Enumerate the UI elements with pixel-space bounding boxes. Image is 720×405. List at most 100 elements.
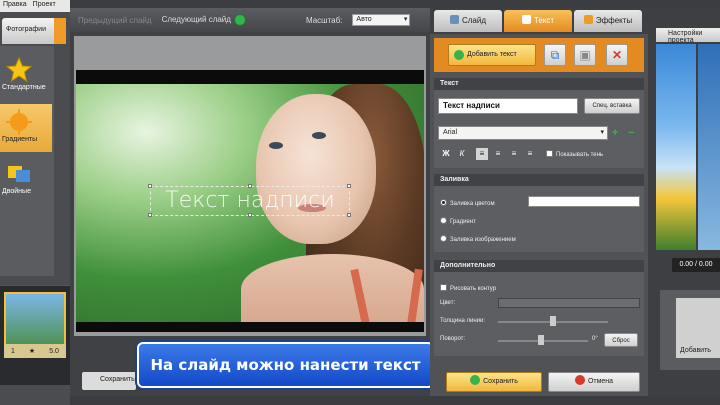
category-double[interactable]: Двойные [0, 156, 52, 204]
outline-color-label: Цвет: [440, 300, 456, 306]
tutorial-caption: На слайд можно нанести текст [137, 342, 434, 388]
shadow-label: Показывать тень [556, 152, 604, 158]
tab-text[interactable]: Текст [504, 10, 572, 32]
tab-photos[interactable]: Фотографии [2, 18, 62, 44]
outline-checkbox[interactable] [440, 284, 447, 292]
prev-slide-button[interactable]: Предыдущий слайд [78, 16, 152, 25]
resize-handle[interactable] [248, 213, 252, 217]
category-label: Стандартные [2, 84, 46, 91]
font-size-plus-icon[interactable]: + [612, 127, 618, 139]
menu-bar: Правка Проект [0, 0, 70, 12]
cancel-icon [574, 375, 585, 385]
add-media-label: Добавить [680, 347, 711, 354]
font-select[interactable]: Arial [438, 126, 608, 140]
italic-icon[interactable]: К [456, 148, 468, 160]
editor-toolbar: Предыдущий слайд Следующий слайд Масштаб… [70, 8, 430, 32]
bold-icon[interactable]: Ж [440, 148, 452, 160]
photo-shoulder [241, 254, 424, 322]
category-standard[interactable]: Стандартные [0, 52, 52, 100]
text-overlay[interactable]: Текст надписи [150, 186, 350, 216]
resize-handle[interactable] [347, 213, 351, 217]
photo-eye [312, 132, 326, 139]
section-extra-header: Дополнительно [434, 260, 644, 272]
preview-time: 0.00 / 0.00 [672, 258, 720, 272]
resize-handle[interactable] [148, 213, 152, 217]
fill-color-radio[interactable] [440, 199, 447, 207]
fill-image-option[interactable]: Заливка изображением [440, 234, 516, 243]
next-slide-label: Следующий слайд [161, 15, 231, 25]
fill-gradient-label: Градиент [450, 219, 476, 225]
resize-handle[interactable] [148, 184, 152, 188]
preview-image-next [698, 44, 720, 250]
photo-face [256, 94, 376, 244]
category-gradients[interactable]: Градиенты [0, 104, 52, 152]
cancel-button[interactable]: Отмена [548, 372, 640, 392]
gradient-icon [6, 109, 32, 135]
align-justify-icon[interactable]: ≡ [524, 148, 536, 160]
text-icon [521, 15, 531, 24]
special-insert-button[interactable]: Спец. вставка [584, 98, 640, 114]
menu-project[interactable]: Проект [33, 1, 56, 11]
copy-icon[interactable]: ⧉ [544, 44, 566, 66]
app-window: Правка Проект Фотографии Стандартные Гра… [0, 0, 720, 405]
photo-eye [269, 142, 283, 149]
tab-label: Слайд [461, 16, 487, 25]
text-input[interactable]: Текст надписи [438, 98, 578, 114]
align-center-icon[interactable]: ≡ [492, 148, 504, 160]
paste-icon[interactable]: ▣ [574, 44, 596, 66]
fill-gradient-radio[interactable] [440, 217, 447, 225]
add-text-button[interactable]: Добавить текст [448, 44, 536, 66]
category-label: Двойные [2, 188, 31, 195]
slide-icon [449, 15, 459, 24]
slide-thumbnail-bar: 1 ★ 5.0 [4, 344, 66, 358]
rotate-label: Поворот: [440, 336, 466, 342]
star-icon [5, 56, 33, 83]
add-media-button[interactable]: Добавить [676, 298, 720, 358]
check-icon [470, 375, 481, 385]
next-arrow-icon [233, 14, 246, 26]
tab-slide[interactable]: Слайд [434, 10, 502, 32]
category-label: Градиенты [2, 136, 38, 143]
delete-icon[interactable]: ✕ [606, 44, 628, 66]
fill-gradient-option[interactable]: Градиент [440, 216, 476, 225]
editor-save-button[interactable]: Сохранить [82, 372, 136, 390]
rotate-slider-thumb[interactable] [538, 335, 544, 345]
preview-image [656, 44, 696, 250]
tab-photos-accent[interactable] [54, 18, 66, 44]
resize-handle[interactable] [347, 184, 351, 188]
save-button[interactable]: Сохранить [446, 372, 542, 392]
shadow-option[interactable]: Показывать тень [546, 149, 603, 158]
align-right-icon[interactable]: ≡ [508, 148, 520, 160]
fill-image-label: Заливка изображением [450, 237, 516, 243]
reset-button[interactable]: Сброс [604, 333, 638, 347]
fill-image-radio[interactable] [440, 235, 447, 243]
shadow-checkbox[interactable] [546, 150, 553, 158]
outline-color-swatch[interactable] [498, 298, 640, 308]
resize-handle[interactable] [248, 184, 252, 188]
align-left-icon[interactable]: ≡ [476, 148, 488, 160]
fill-color-swatch[interactable] [528, 196, 640, 207]
scale-select[interactable]: Авто [352, 14, 411, 26]
fill-color-label: Заливка цветом [450, 201, 495, 207]
double-icon [8, 166, 30, 182]
next-slide-button[interactable]: Следующий слайд [162, 14, 246, 26]
slide-star-icon: ★ [28, 348, 36, 355]
save-label: Сохранить [483, 378, 518, 385]
thickness-label: Толщина линии: [440, 318, 486, 324]
tab-label: Эффекты [595, 16, 633, 25]
cancel-label: Отмена [587, 378, 614, 385]
photo-border-top [76, 70, 424, 84]
tab-effects[interactable]: Эффекты [574, 10, 642, 32]
effects-icon [583, 15, 593, 24]
thickness-slider-thumb[interactable] [550, 316, 556, 326]
fill-color-option[interactable]: Заливка цветом [440, 198, 495, 207]
outline-option[interactable]: Рисовать контур [440, 283, 496, 292]
project-settings-button[interactable]: Настройки проекта [656, 28, 720, 44]
menu-edit[interactable]: Правка [3, 1, 27, 11]
slide-number: 1 [11, 347, 15, 355]
scale-label: Масштаб: [305, 15, 343, 25]
photo-border-bottom [76, 322, 424, 332]
rotate-value: 0° [592, 336, 598, 342]
outline-label: Рисовать контур [450, 286, 497, 292]
font-size-minus-icon[interactable]: − [628, 127, 634, 139]
